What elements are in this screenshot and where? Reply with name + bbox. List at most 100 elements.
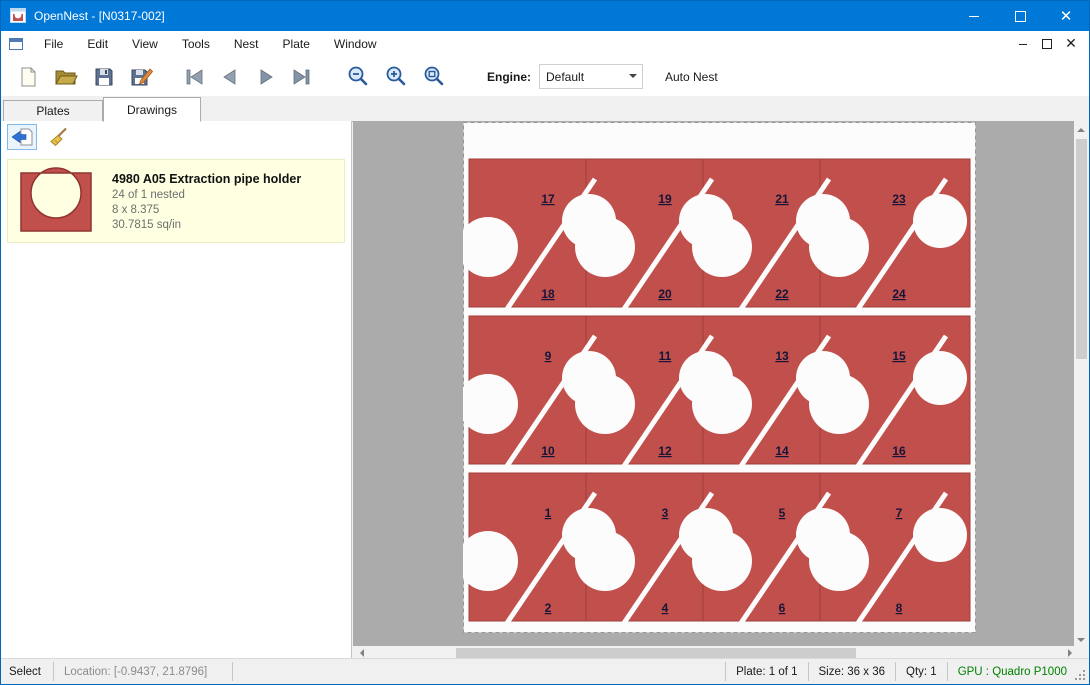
menu-nest[interactable]: Nest xyxy=(222,31,271,57)
menu-plate[interactable]: Plate xyxy=(271,31,322,57)
save-button[interactable] xyxy=(89,62,119,92)
part-number-label: 14 xyxy=(775,444,789,458)
part-number-label: 21 xyxy=(775,192,789,206)
title-bar[interactable]: OpenNest - [N0317-002] ✕ xyxy=(1,1,1089,31)
clean-drawings-button[interactable] xyxy=(43,124,73,150)
engine-dropdown[interactable]: Default xyxy=(539,64,643,89)
tab-drawings[interactable]: Drawings xyxy=(103,97,201,122)
drawing-dimensions: 8 x 8.375 xyxy=(112,204,301,216)
scroll-left-icon[interactable] xyxy=(356,649,364,657)
part-circular-cutout xyxy=(692,374,752,434)
zoom-out-icon xyxy=(346,65,370,89)
document-window-icon[interactable] xyxy=(8,36,24,52)
scroll-down-icon[interactable] xyxy=(1077,638,1085,646)
part-number-label: 2 xyxy=(545,601,552,615)
engine-dropdown-value: Default xyxy=(546,70,584,84)
minimize-button[interactable] xyxy=(951,1,997,31)
part-number-label: 7 xyxy=(896,506,903,520)
close-button[interactable]: ✕ xyxy=(1043,1,1089,31)
part-number-label: 8 xyxy=(896,601,903,615)
save-as-icon xyxy=(129,65,155,89)
app-window: OpenNest - [N0317-002] ✕ File Edit View … xyxy=(0,0,1090,685)
open-button[interactable] xyxy=(51,62,81,92)
panel-tabstrip: Plates Drawings xyxy=(1,96,1089,122)
part-number-label: 24 xyxy=(892,287,906,301)
new-button[interactable] xyxy=(13,62,43,92)
app-logo-icon xyxy=(10,8,26,24)
plate-view[interactable]: 171819202122232491011121314151612345678 xyxy=(463,122,976,633)
window-title: OpenNest - [N0317-002] xyxy=(34,9,165,23)
mdi-close-icon: ✕ xyxy=(1065,37,1077,51)
drawing-list-item[interactable]: 4980 A05 Extraction pipe holder 24 of 1 … xyxy=(7,159,345,243)
status-divider xyxy=(232,662,233,681)
mdi-restore-button[interactable] xyxy=(1035,31,1059,57)
save-as-button[interactable] xyxy=(127,62,157,92)
part-number-label: 19 xyxy=(658,192,672,206)
mdi-close-button[interactable]: ✕ xyxy=(1059,31,1083,57)
part-number-label: 3 xyxy=(662,506,669,520)
minimize-icon xyxy=(969,16,979,17)
main-toolbar: Engine: Default Auto Nest xyxy=(1,57,1089,97)
part-circular-cutout xyxy=(809,374,869,434)
part-circular-cutout xyxy=(575,217,635,277)
part-number-label: 4 xyxy=(662,601,669,615)
part-number-label: 16 xyxy=(892,444,906,458)
menu-file[interactable]: File xyxy=(32,31,75,57)
open-folder-icon xyxy=(53,65,79,89)
auto-nest-button[interactable]: Auto Nest xyxy=(665,70,718,84)
part-circular-cutout xyxy=(913,508,967,562)
zoom-out-button[interactable] xyxy=(343,62,373,92)
mdi-minimize-icon xyxy=(1019,44,1027,45)
status-location: Location: [-0.9437, 21.8796] xyxy=(54,666,232,678)
vertical-scroll-thumb[interactable] xyxy=(1076,139,1087,359)
part-circular-cutout xyxy=(809,217,869,277)
part-number-label: 6 xyxy=(779,601,786,615)
scroll-up-icon[interactable] xyxy=(1077,124,1085,132)
status-plate: Plate: 1 of 1 xyxy=(726,666,807,678)
zoom-in-icon xyxy=(384,65,408,89)
resize-grip[interactable] xyxy=(1083,678,1085,680)
next-plate-button[interactable] xyxy=(251,62,281,92)
status-gpu: GPU : Quadro P1000 xyxy=(948,666,1089,678)
drawing-title: 4980 A05 Extraction pipe holder xyxy=(112,172,301,186)
last-plate-button[interactable] xyxy=(287,62,317,92)
previous-plate-button[interactable] xyxy=(215,62,245,92)
tab-plates[interactable]: Plates xyxy=(3,100,103,121)
zoom-fit-button[interactable] xyxy=(419,62,449,92)
maximize-icon xyxy=(1015,11,1026,22)
menu-edit[interactable]: Edit xyxy=(75,31,120,57)
mdi-restore-icon xyxy=(1042,39,1052,49)
mdi-minimize-button[interactable] xyxy=(1011,31,1035,57)
part-circular-cutout xyxy=(913,194,967,248)
part-number-label: 11 xyxy=(659,349,672,363)
part-number-label: 15 xyxy=(892,349,906,363)
close-icon: ✕ xyxy=(1060,9,1073,24)
menu-tools[interactable]: Tools xyxy=(170,31,222,57)
clean-broom-icon xyxy=(46,126,70,148)
import-drawing-button[interactable] xyxy=(7,124,37,150)
menu-window[interactable]: Window xyxy=(322,31,389,57)
part-number-label: 23 xyxy=(892,192,906,206)
maximize-button[interactable] xyxy=(997,1,1043,31)
part-number-label: 22 xyxy=(775,287,789,301)
zoom-fit-icon xyxy=(422,65,446,89)
zoom-in-button[interactable] xyxy=(381,62,411,92)
drawing-nested-count: 24 of 1 nested xyxy=(112,189,301,201)
part-number-label: 17 xyxy=(541,192,555,206)
save-icon xyxy=(92,65,116,89)
next-plate-icon xyxy=(253,64,279,90)
drawings-panel-toolbar xyxy=(1,121,351,153)
part-circular-cutout xyxy=(575,531,635,591)
nest-canvas[interactable]: 171819202122232491011121314151612345678 xyxy=(353,121,1076,646)
drawing-area: 30.7815 sq/in xyxy=(112,219,301,231)
part-number-label: 13 xyxy=(775,349,789,363)
vertical-scrollbar[interactable] xyxy=(1074,121,1089,646)
first-plate-icon xyxy=(181,64,207,90)
part-circular-cutout xyxy=(692,531,752,591)
previous-plate-icon xyxy=(217,64,243,90)
first-plate-button[interactable] xyxy=(179,62,209,92)
chevron-down-icon xyxy=(629,74,637,82)
menu-view[interactable]: View xyxy=(120,31,170,57)
status-qty: Qty: 1 xyxy=(896,666,947,678)
part-number-label: 10 xyxy=(541,444,555,458)
